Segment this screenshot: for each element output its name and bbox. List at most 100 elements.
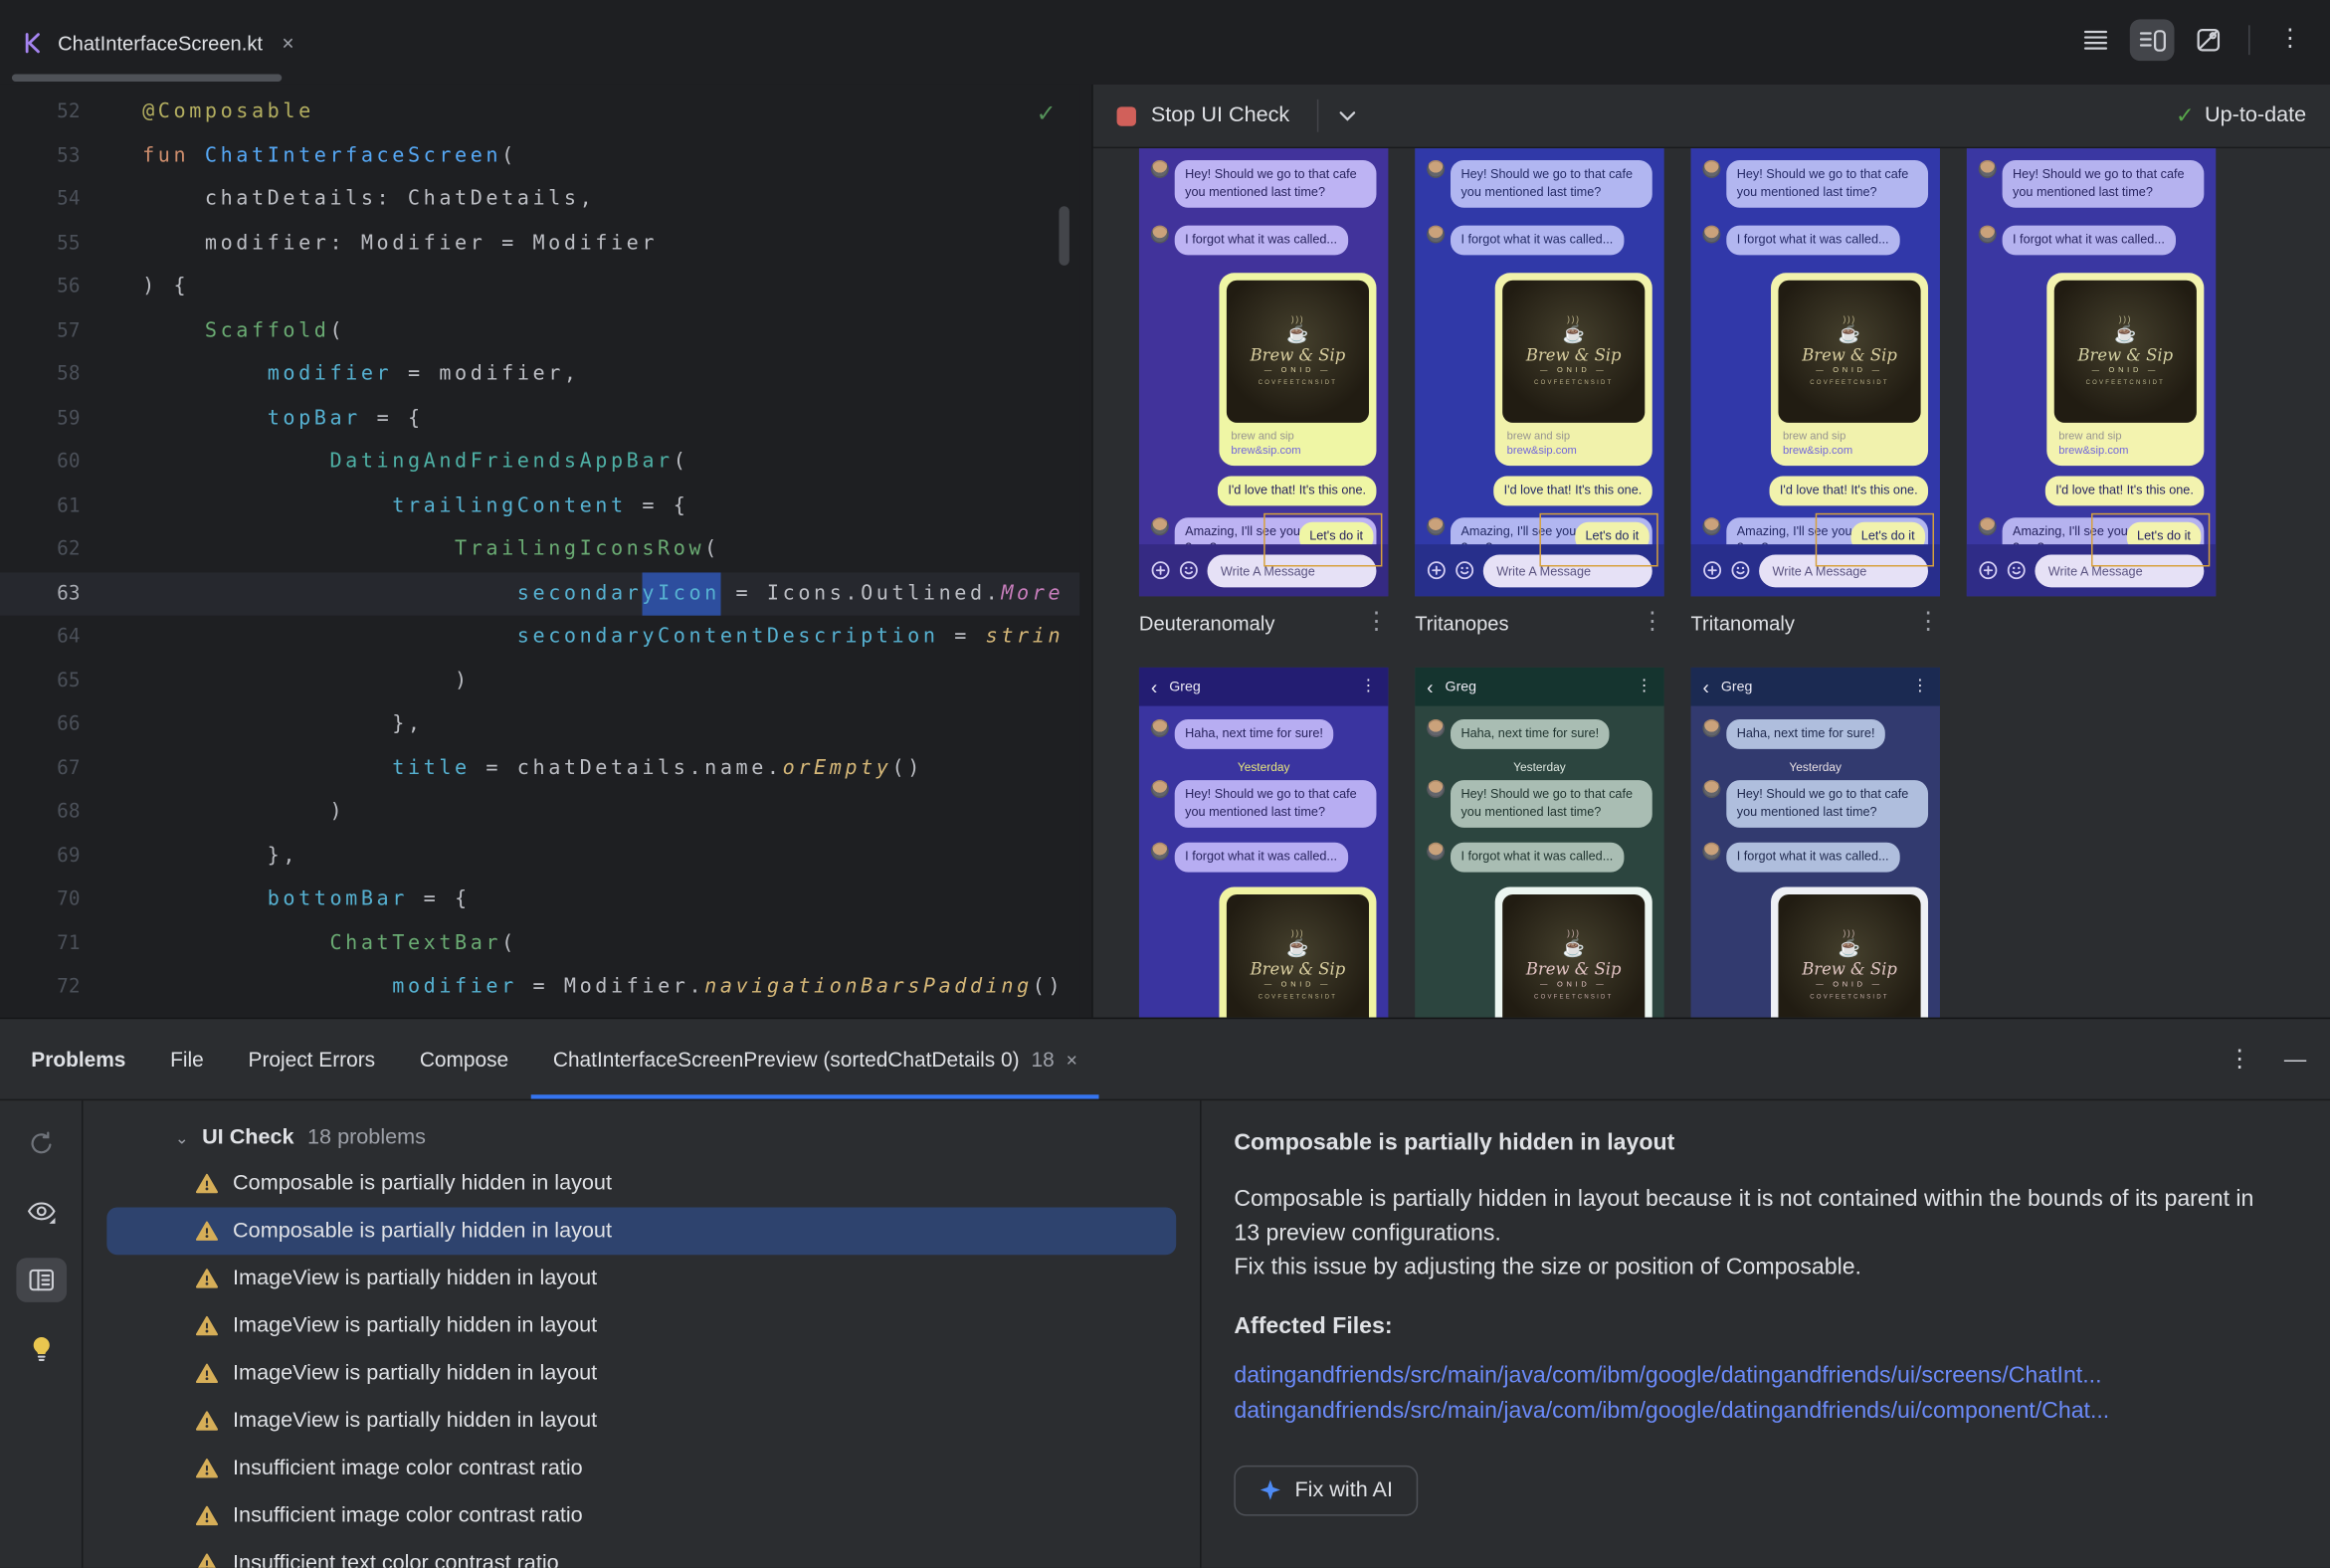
fix-with-ai-button[interactable]: Fix with AI <box>1234 1465 1419 1515</box>
ui-check-highlight-box <box>1539 512 1658 567</box>
close-tab-icon[interactable]: × <box>282 31 293 55</box>
problem-item[interactable]: Insufficient text color contrast ratio <box>106 1539 1176 1568</box>
preview-card[interactable]: Hey! Should we go to that cafe you menti… <box>1415 148 1664 597</box>
code-line[interactable]: 72 modifier = Modifier. navigationBarsPad… <box>0 966 1079 1010</box>
add-icon[interactable] <box>1427 561 1446 580</box>
preview-card[interactable]: ‹ Greg ⋮ Haha, next time for sure! Yeste… <box>1690 667 1940 1018</box>
code-line[interactable]: 53 fun ChatInterfaceScreen( <box>0 134 1079 178</box>
chat-menu-icon[interactable]: ⋮ <box>1360 678 1376 694</box>
code-line[interactable]: 58 modifier = modifier, <box>0 353 1079 397</box>
stop-ui-check-button[interactable]: Stop UI Check <box>1151 103 1289 127</box>
preview-card[interactable]: Hey! Should we go to that cafe you menti… <box>1690 148 1940 597</box>
code-line[interactable]: 67 title = chatDetails.name. orEmpty() <box>0 747 1079 791</box>
back-icon[interactable]: ‹ <box>1702 678 1708 696</box>
code-line[interactable]: 62 TrailingIconsRow( <box>0 528 1079 572</box>
preview-card[interactable]: Hey! Should we go to that cafe you menti… <box>1138 148 1389 597</box>
tab-project-errors[interactable]: Project Errors <box>226 1019 397 1099</box>
problem-item[interactable]: Insufficient image color contrast ratio <box>106 1492 1176 1540</box>
more-options-icon[interactable]: ⋮ <box>2267 19 2312 61</box>
editor-scrollbar[interactable] <box>1059 206 1069 266</box>
preview-card[interactable]: ‹ Greg ⋮ Haha, next time for sure! Yeste… <box>1138 667 1389 1018</box>
chevron-down-icon[interactable] <box>1338 110 1355 120</box>
preview-card[interactable]: Hey! Should we go to that cafe you menti… <box>1966 148 2217 597</box>
preview-card[interactable]: ‹ Greg ⋮ Haha, next time for sure! Yeste… <box>1415 667 1664 1018</box>
warning-icon <box>195 1315 219 1336</box>
line-number: 55 <box>57 232 81 255</box>
preview-problem-eye-icon[interactable] <box>16 1190 67 1235</box>
add-icon[interactable] <box>1151 561 1170 580</box>
stop-icon[interactable] <box>1116 105 1136 125</box>
chevron-down-icon[interactable]: ⌄ <box>175 1128 189 1147</box>
add-icon[interactable] <box>1979 561 1998 580</box>
tab-file[interactable]: File <box>148 1019 226 1099</box>
problem-item[interactable]: Composable is partially hidden in layout <box>106 1207 1177 1256</box>
preview-variant-name: Tritanomaly <box>1690 611 1795 635</box>
tab-problems[interactable]: Problems <box>9 1019 148 1099</box>
code-line[interactable]: 64 secondaryContentDescription = strin <box>0 616 1079 660</box>
brand-name: Brew & Sip <box>1525 959 1622 980</box>
file-tab[interactable]: ChatInterfaceScreen.kt × <box>21 15 294 72</box>
design-view-icon[interactable] <box>2186 19 2231 61</box>
problem-item[interactable]: ImageView is partially hidden in layout <box>106 1302 1176 1350</box>
preview-menu-icon[interactable]: ⋮ <box>1916 610 1940 635</box>
code-editor[interactable]: 52 @Composable 53 fun ChatInterfaceScreen(5… <box>0 84 1080 1018</box>
tab-preview-results[interactable]: ChatInterfaceScreenPreview (sortedChatDe… <box>531 1019 1100 1099</box>
emoji-icon[interactable] <box>1455 561 1474 580</box>
affected-file-link[interactable]: datingandfriends/src/main/java/com/ibm/g… <box>1234 1358 2285 1394</box>
problem-item[interactable]: Insufficient image color contrast ratio <box>106 1445 1176 1492</box>
problem-item[interactable]: Composable is partially hidden in layout <box>106 1160 1176 1208</box>
problem-item[interactable]: ImageView is partially hidden in layout <box>106 1350 1176 1398</box>
chat-menu-icon[interactable]: ⋮ <box>1636 678 1651 694</box>
avatar <box>1702 719 1721 737</box>
preview-menu-icon[interactable]: ⋮ <box>1641 610 1664 635</box>
code-line[interactable]: 54 chatDetails: ChatDetails, <box>0 178 1079 222</box>
code-line[interactable]: 63 secondar yIcon = Icons.Outlined. More <box>0 571 1080 616</box>
preview-menu-icon[interactable]: ⋮ <box>1365 610 1389 635</box>
problem-item[interactable]: ImageView is partially hidden in layout <box>106 1255 1176 1302</box>
code-token: = modifier, <box>392 361 580 386</box>
code-line[interactable]: 71 ChatTextBar( <box>0 922 1079 966</box>
quick-fix-bulb-icon[interactable] <box>16 1326 67 1371</box>
emoji-icon[interactable] <box>1179 561 1198 580</box>
show-details-pane-icon[interactable] <box>15 1258 67 1302</box>
emoji-icon[interactable] <box>2007 561 2026 580</box>
close-tab-icon[interactable]: × <box>1067 1048 1077 1070</box>
steam-icon: ))) <box>1290 315 1305 325</box>
back-icon[interactable]: ‹ <box>1427 678 1433 696</box>
add-icon[interactable] <box>1702 561 1722 580</box>
chat-menu-icon[interactable]: ⋮ <box>1912 678 1928 694</box>
problem-item[interactable]: ImageView is partially hidden in layout <box>106 1397 1176 1445</box>
problem-group-header[interactable]: ⌄ UI Check 18 problems <box>83 1115 1200 1160</box>
back-icon[interactable]: ‹ <box>1151 678 1157 696</box>
code-line[interactable]: 57 Scaffold( <box>0 309 1079 353</box>
split-view-icon[interactable] <box>2129 19 2175 62</box>
link-url[interactable]: brew&sip.com <box>1507 443 1646 456</box>
code-line[interactable]: 52 @Composable <box>0 91 1079 134</box>
emoji-icon[interactable] <box>1731 561 1750 580</box>
code-line[interactable]: 73 onAddClick = {} <box>0 1009 1079 1017</box>
link-url[interactable]: brew&sip.com <box>1783 443 1921 456</box>
refresh-icon[interactable] <box>16 1121 67 1166</box>
tab-compose[interactable]: Compose <box>397 1019 530 1099</box>
affected-file-link[interactable]: datingandfriends/src/main/java/com/ibm/g… <box>1234 1394 2285 1430</box>
code-line[interactable]: 65 ) <box>0 660 1079 703</box>
panel-options-icon[interactable]: ⋮ <box>2228 1048 2251 1072</box>
code-line[interactable]: 68 ) <box>0 791 1079 835</box>
code-view-icon[interactable] <box>2073 19 2118 61</box>
code-line[interactable]: 61 trailingContent = { <box>0 485 1079 528</box>
tab-scroll-indicator[interactable] <box>11 74 283 82</box>
code-line[interactable]: 56) { <box>0 266 1079 309</box>
code-line[interactable]: 59 topBar = { <box>0 397 1079 441</box>
inspections-ok-icon[interactable]: ✓ <box>1036 99 1056 129</box>
problems-tab-bar: Problems File Project Errors Compose ChatInt… <box>0 1019 2330 1101</box>
link-url[interactable]: brew&sip.com <box>1231 443 1369 456</box>
code-line[interactable]: 69 }, <box>0 835 1079 879</box>
code-line[interactable]: 55 modifier: Modifier = Modifier <box>0 222 1079 266</box>
code-line[interactable]: 70 bottomBar = { <box>0 879 1079 922</box>
hide-panel-icon[interactable]: — <box>2284 1048 2306 1073</box>
link-url[interactable]: brew&sip.com <box>2058 443 2197 456</box>
code-line[interactable]: 60 DatingAndFriendsAppBar( <box>0 441 1079 485</box>
code-line[interactable]: 66 }, <box>0 703 1079 747</box>
